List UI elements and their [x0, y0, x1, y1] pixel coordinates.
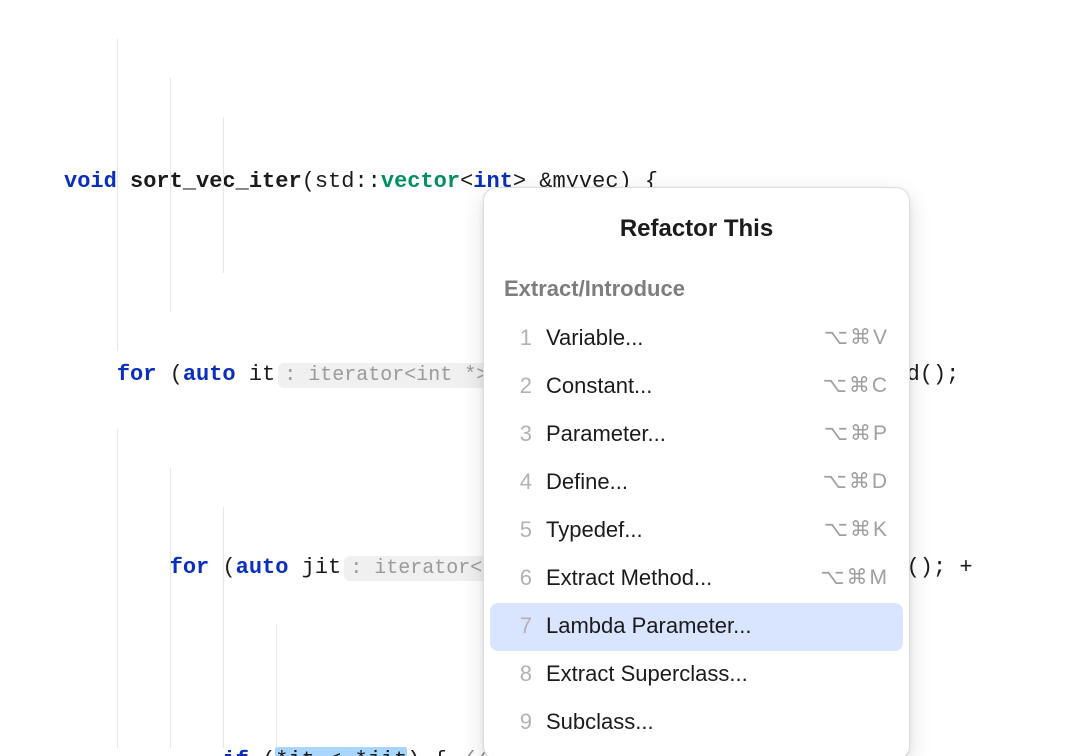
refactor-item-label: Define... [532, 463, 823, 502]
refactor-item-label: Extract Superclass... [532, 655, 889, 694]
refactor-item[interactable]: 5Typedef...⌥⌘K [484, 507, 909, 555]
refactor-item-label: Subclass... [532, 703, 889, 742]
popup-title: Refactor This [484, 198, 909, 264]
refactor-item-label: Parameter... [532, 415, 824, 454]
refactor-item-shortcut: ⌥⌘K [824, 512, 889, 549]
refactor-item-number: 4 [506, 463, 532, 502]
indent-guide [223, 507, 224, 748]
refactor-item[interactable]: 6Extract Method...⌥⌘M [484, 555, 909, 603]
refactor-item-label: Lambda Parameter... [532, 607, 889, 646]
refactor-item-number: 7 [506, 607, 532, 646]
refactor-item-number: 6 [506, 559, 532, 598]
refactor-item[interactable]: 3Parameter...⌥⌘P [484, 411, 909, 459]
refactor-item[interactable]: 1Variable...⌥⌘V [484, 315, 909, 363]
code-text: (std:: [302, 169, 381, 194]
code-text: ( [249, 748, 275, 756]
code-text: ) { [407, 748, 460, 756]
refactor-item-shortcut: ⌥⌘D [823, 464, 889, 501]
function-name: sort_vec_iter [130, 169, 302, 194]
indent-guide [276, 624, 277, 748]
indent-guide [170, 468, 171, 748]
indent-guide [117, 429, 118, 748]
refactor-item-label: Variable... [532, 319, 824, 358]
refactor-item-shortcut: ⌥⌘M [820, 560, 889, 597]
popup-items: 1Variable...⌥⌘V2Constant...⌥⌘C3Parameter… [484, 315, 909, 747]
indent-guide [117, 39, 118, 351]
popup-section-label: Extract/Introduce [484, 264, 909, 315]
keyword-auto: auto [183, 362, 236, 387]
refactor-item-shortcut: ⌥⌘P [824, 416, 889, 453]
type-vector: vector [381, 169, 460, 194]
code-text: < [460, 169, 473, 194]
refactor-item-label: Typedef... [532, 511, 824, 550]
keyword-if: if [222, 748, 248, 756]
text-selection: *it < *jit [275, 747, 407, 756]
refactor-item-number: 5 [506, 511, 532, 550]
refactor-item-label: Extract Method... [532, 559, 820, 598]
refactor-item-number: 1 [506, 319, 532, 358]
code-text: jit [288, 555, 341, 580]
refactor-item[interactable]: 9Subclass... [484, 699, 909, 747]
refactor-item-number: 2 [506, 367, 532, 406]
refactor-item[interactable]: 4Define...⌥⌘D [484, 459, 909, 507]
keyword-for: for [117, 362, 157, 387]
indent-guide [223, 117, 224, 273]
refactor-item[interactable]: 7Lambda Parameter... [490, 603, 903, 651]
refactor-item-number: 9 [506, 703, 532, 742]
indent-guide [170, 78, 171, 312]
keyword-auto: auto [236, 555, 289, 580]
code-text: it [236, 362, 276, 387]
refactor-item[interactable]: 2Constant...⌥⌘C [484, 363, 909, 411]
refactor-item-shortcut: ⌥⌘C [823, 368, 889, 405]
inlay-hint: : iterator<int *> [278, 363, 494, 388]
refactor-item-number: 3 [506, 415, 532, 454]
keyword-for: for [170, 555, 210, 580]
refactor-item[interactable]: 8Extract Superclass... [484, 651, 909, 699]
refactor-item-number: 8 [506, 655, 532, 694]
code-text: ( [156, 362, 182, 387]
refactor-item-shortcut: ⌥⌘V [824, 320, 889, 357]
refactor-popup[interactable]: Refactor This Extract/Introduce 1Variabl… [483, 187, 910, 756]
keyword-void: void [64, 169, 117, 194]
refactor-item-label: Constant... [532, 367, 823, 406]
